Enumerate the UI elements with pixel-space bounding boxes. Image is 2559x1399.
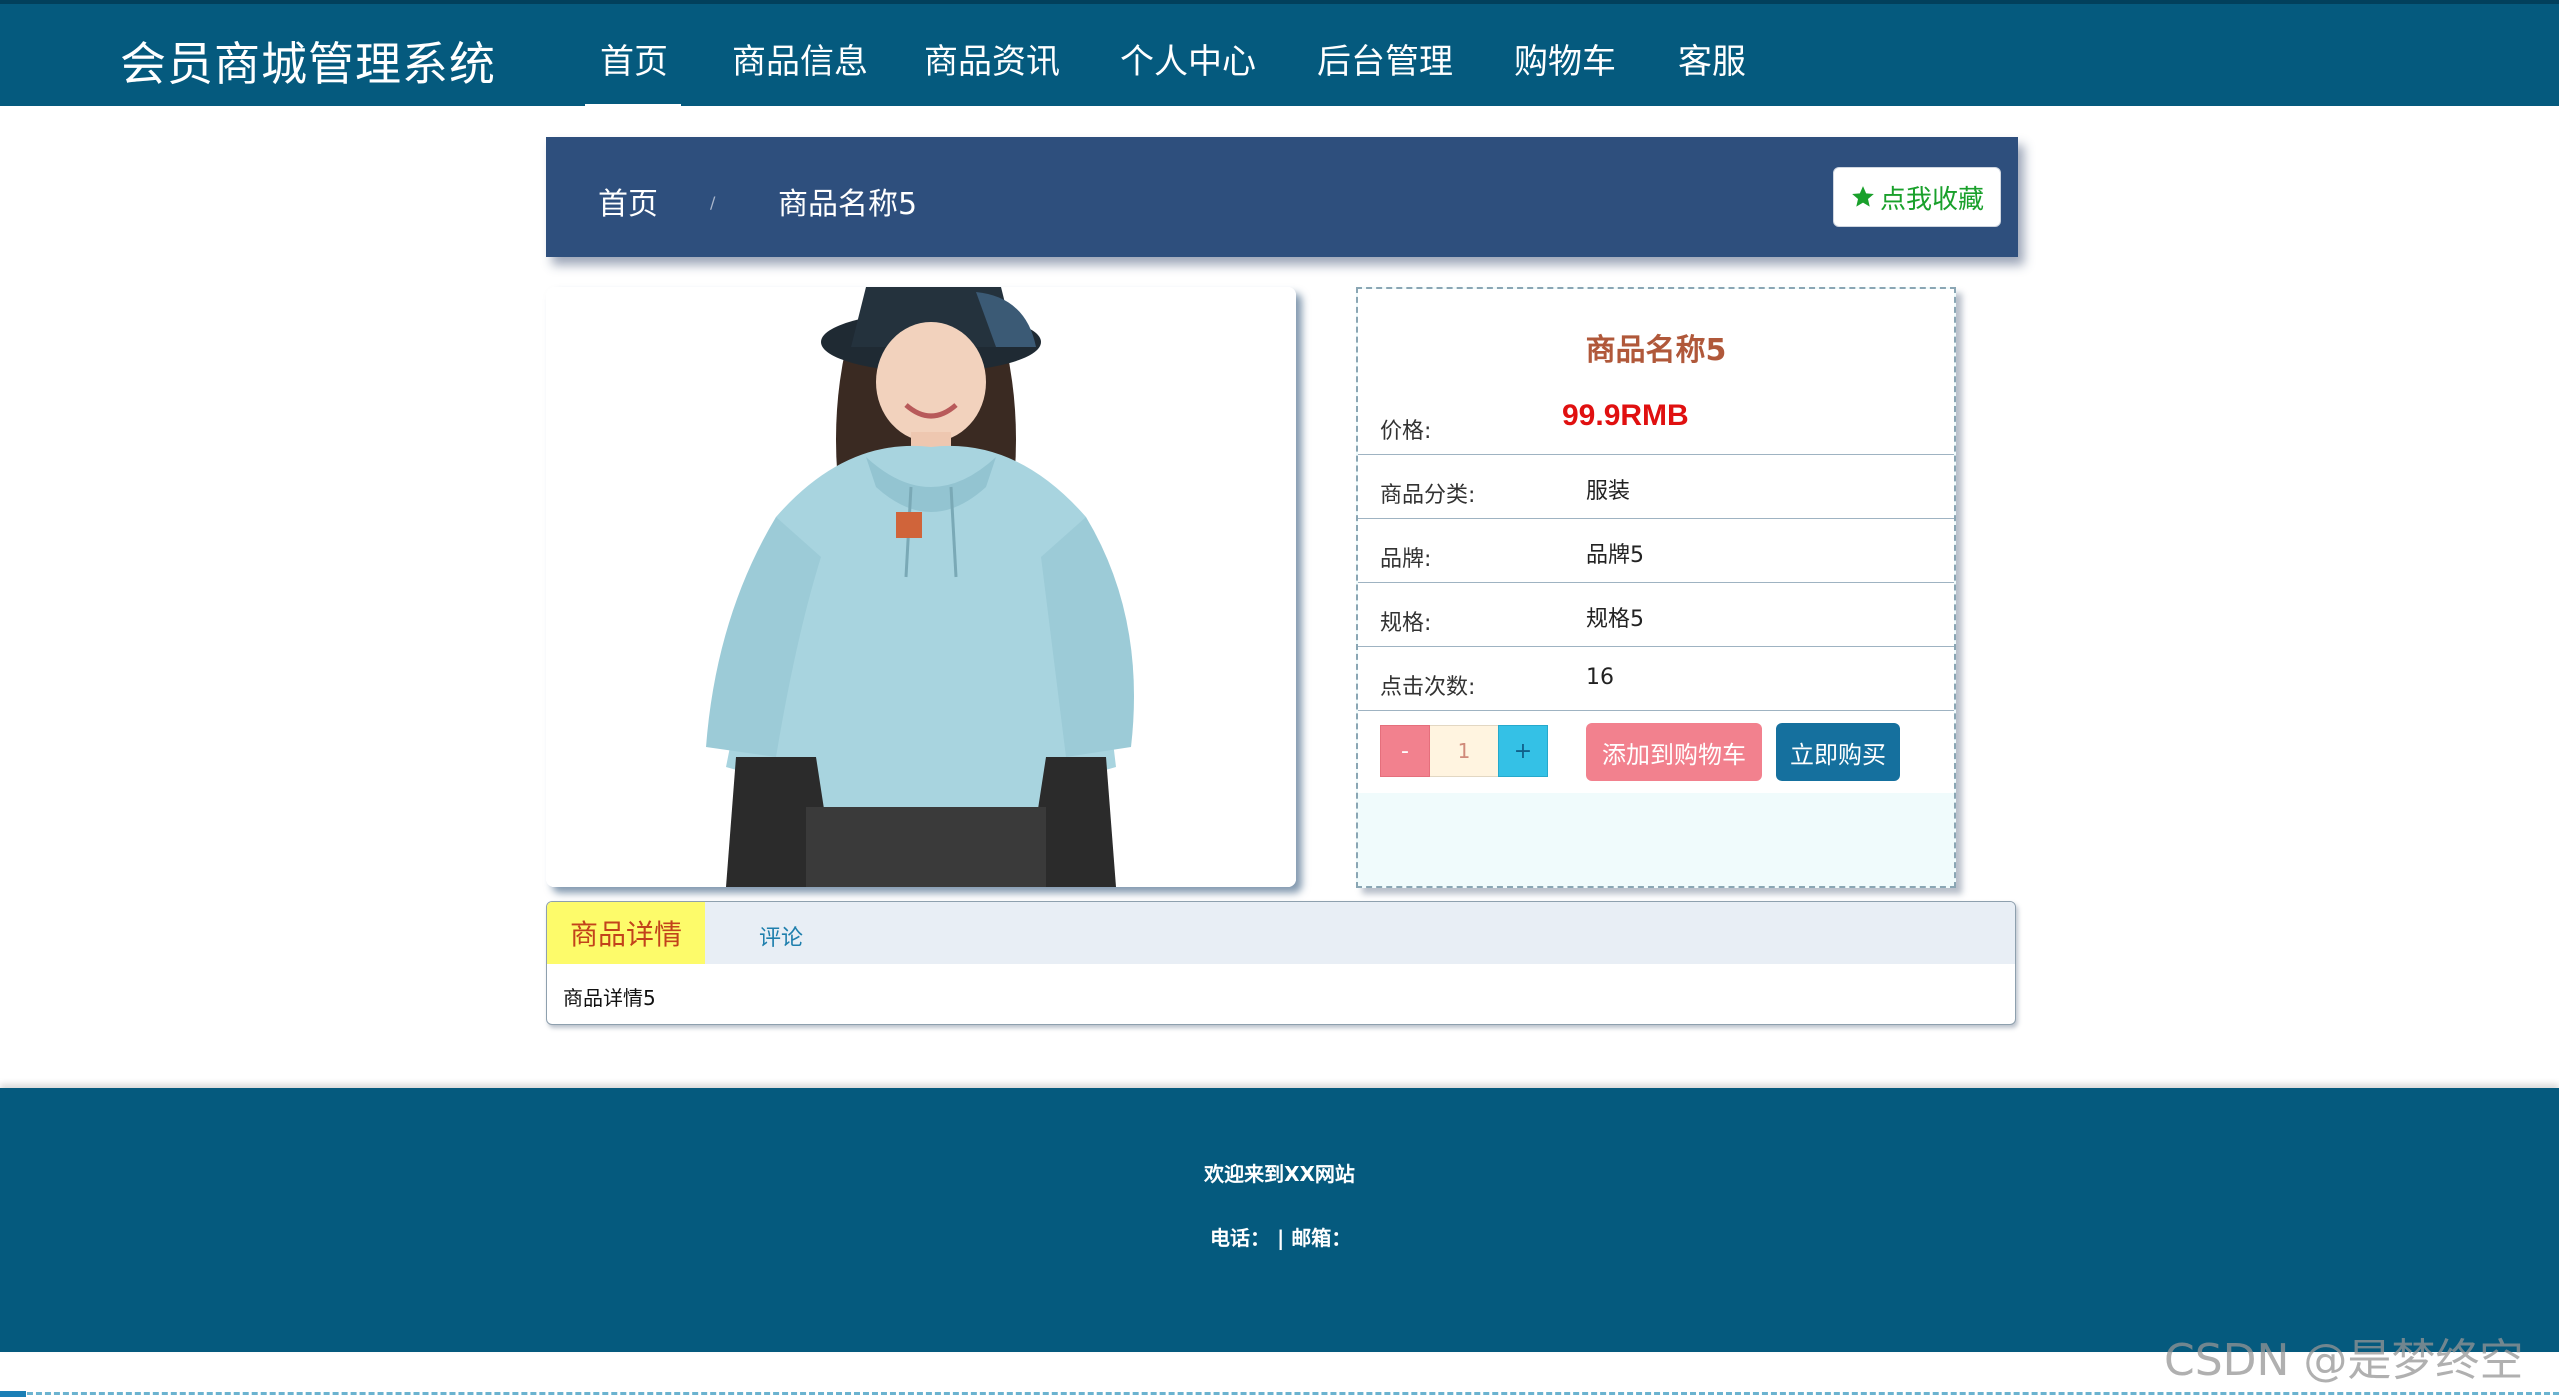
star-icon — [1852, 186, 1874, 207]
quantity-minus-button[interactable]: - — [1380, 725, 1430, 777]
tab-product-detail[interactable]: 商品详情 — [547, 902, 705, 964]
brand-label: 品牌: — [1380, 547, 1432, 572]
nav-item-news[interactable]: 商品资讯 — [924, 34, 1060, 83]
spec-value: 规格5 — [1586, 607, 1644, 632]
nav-item-products[interactable]: 商品信息 — [732, 34, 868, 83]
footer-contact: 电话： | 邮箱： — [1210, 1226, 1352, 1250]
breadcrumb-home[interactable]: 首页 — [598, 179, 658, 223]
bottom-divider-accent — [0, 1391, 26, 1397]
detail-tabs: 商品详情 评论 商品详情5 — [546, 901, 2016, 1025]
breadcrumb-current: 商品名称5 — [778, 187, 918, 222]
footer-welcome: 欢迎来到XX网站 — [1204, 1162, 1355, 1186]
tab-content: 商品详情5 — [563, 986, 656, 1010]
footer: 欢迎来到XX网站 电话： | 邮箱： — [0, 1088, 2559, 1352]
buy-now-button[interactable]: 立即购买 — [1776, 723, 1900, 781]
product-photo — [546, 287, 1296, 887]
nav-item-admin[interactable]: 后台管理 — [1317, 34, 1453, 83]
price-value: 99.9RMB — [1562, 399, 1689, 432]
spec-row: 规格: 规格5 — [1358, 583, 1954, 647]
quantity-plus-button[interactable]: + — [1498, 725, 1548, 777]
nav-item-service[interactable]: 客服 — [1678, 34, 1746, 83]
clicks-label: 点击次数: — [1380, 675, 1476, 700]
nav-item-profile[interactable]: 个人中心 — [1120, 34, 1256, 83]
brand-value: 品牌5 — [1586, 543, 1644, 568]
site-title: 会员商城管理系统 — [120, 37, 496, 91]
nav-item-cart[interactable]: 购物车 — [1514, 34, 1616, 83]
brand-row: 品牌: 品牌5 — [1358, 519, 1954, 583]
top-navbar: 会员商城管理系统 首页 商品信息 商品资讯 个人中心 后台管理 购物车 客服 — [0, 0, 2559, 110]
favorite-button[interactable]: 点我收藏 — [1833, 167, 2001, 227]
product-info-table: 商品名称5 价格: 99.9RMB 商品分类: 服装 品牌: 品牌5 规格: 规… — [1358, 289, 1954, 793]
breadcrumb: 首页 / 商品名称5 点我收藏 — [546, 137, 2018, 257]
category-label: 商品分类: — [1380, 483, 1476, 508]
bottom-divider — [0, 1392, 2559, 1395]
tab-comments[interactable]: 评论 — [759, 920, 803, 952]
product-image — [546, 287, 1296, 887]
clicks-row: 点击次数: 16 — [1358, 647, 1954, 711]
add-to-cart-button[interactable]: 添加到购物车 — [1586, 723, 1762, 781]
breadcrumb-separator: / — [710, 193, 716, 212]
nav-item-home[interactable]: 首页 — [600, 34, 668, 83]
quantity-stepper: - 1 + — [1380, 725, 1548, 777]
favorite-button-label: 点我收藏 — [1879, 184, 1984, 215]
category-value: 服装 — [1586, 479, 1631, 504]
price-label: 价格: — [1380, 419, 1432, 444]
product-info-panel: 商品名称5 价格: 99.9RMB 商品分类: 服装 品牌: 品牌5 规格: 规… — [1356, 287, 1956, 888]
category-row: 商品分类: 服装 — [1358, 455, 1954, 519]
nav-active-indicator — [585, 104, 681, 110]
spec-label: 规格: — [1380, 611, 1432, 636]
clicks-value: 16 — [1586, 665, 1614, 690]
tab-strip: 商品详情 评论 — [547, 902, 2015, 964]
product-name: 商品名称5 — [1585, 333, 1727, 368]
watermark: CSDN @是梦终空 — [2164, 1335, 2524, 1386]
quantity-input[interactable]: 1 — [1430, 725, 1498, 777]
price-row: 价格: 99.9RMB — [1358, 391, 1954, 455]
